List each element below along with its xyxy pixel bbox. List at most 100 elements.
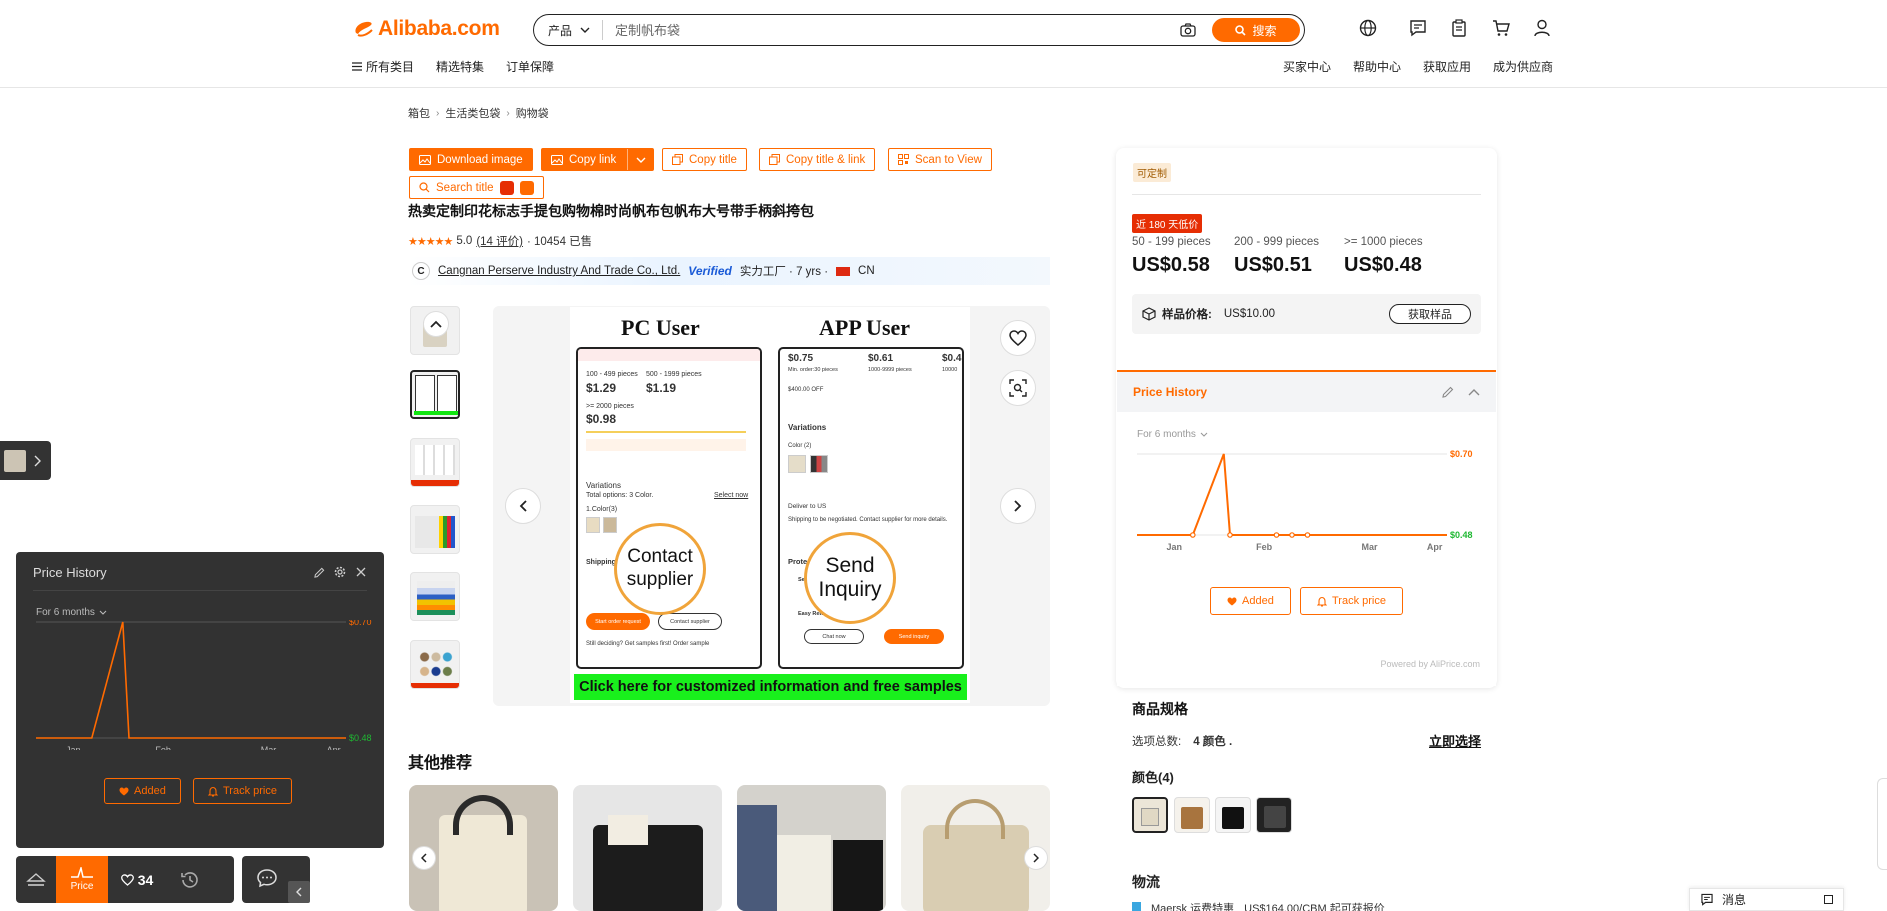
aliexpress-icon[interactable] <box>499 180 514 195</box>
search-button[interactable]: 搜索 <box>1212 18 1300 42</box>
copy-title-button[interactable]: Copy title <box>662 148 747 171</box>
history-button[interactable] <box>166 856 214 903</box>
breadcrumb-separator: › <box>436 107 440 119</box>
edit-icon[interactable] <box>1442 386 1454 398</box>
color-swatch[interactable] <box>1256 797 1292 833</box>
thumbnail-item[interactable] <box>410 438 460 487</box>
edit-icon[interactable] <box>314 567 325 578</box>
orders-icon[interactable] <box>1451 19 1467 37</box>
app-user-heading: APP User <box>819 315 911 340</box>
thumbnail-item[interactable] <box>410 505 460 554</box>
all-categories-label: 所有类目 <box>366 60 415 74</box>
reco-prev-button[interactable] <box>412 846 436 870</box>
chat-collapse-button[interactable] <box>288 881 310 903</box>
user-icon[interactable] <box>1534 19 1550 37</box>
chart-x-tick-label: Feb <box>155 745 171 750</box>
copy-title-link-button[interactable]: Copy title & link <box>759 148 876 171</box>
app-screen-mockup: $0.75 $0.61 $0.4 Min. order:30 pieces 10… <box>778 347 964 669</box>
camera-icon[interactable] <box>1180 23 1196 37</box>
image-next-button[interactable] <box>1000 488 1036 524</box>
right-edge-widget[interactable] <box>1877 778 1887 870</box>
search-input[interactable] <box>603 22 1180 38</box>
search-category-dropdown[interactable]: 产品 <box>534 20 604 40</box>
color-swatch[interactable] <box>1132 797 1168 833</box>
history-icon <box>181 871 198 888</box>
price-tab-button[interactable]: Price <box>56 856 108 903</box>
buyer-center-link[interactable]: 买家中心 <box>1283 58 1331 75</box>
promo-image[interactable]: PC User APP User 100 - 499 pieces $1.29 … <box>570 307 970 703</box>
recommendation-card[interactable] <box>737 785 886 911</box>
get-app-link[interactable]: 获取应用 <box>1423 58 1471 75</box>
floating-divider <box>33 590 367 591</box>
thumbnail-item[interactable] <box>410 306 460 355</box>
added-button[interactable]: Added <box>1210 587 1291 615</box>
floating-track-price-button[interactable]: Track price <box>193 778 292 804</box>
supplier-name-link[interactable]: Cangnan Perserve Industry And Trade Co.,… <box>438 265 680 277</box>
image-prev-button[interactable] <box>505 488 541 524</box>
chart-point <box>1227 532 1233 538</box>
price-history-header[interactable]: Price History <box>1117 372 1496 412</box>
app-price-1: $0.75 <box>788 353 814 364</box>
eject-icon <box>26 872 46 886</box>
select-now-link[interactable]: 立即选择 <box>1429 731 1481 750</box>
color-swatch[interactable] <box>1215 797 1251 833</box>
thumbnail-item[interactable] <box>410 640 460 689</box>
image-search-button[interactable] <box>1000 370 1036 406</box>
menu-icon <box>352 62 362 71</box>
chat-widget[interactable] <box>242 856 310 903</box>
breadcrumb-item[interactable]: 生活类包袋 <box>445 105 500 121</box>
copy-link-button[interactable]: Copy link <box>541 148 654 171</box>
help-center-link[interactable]: 帮助中心 <box>1353 58 1401 75</box>
message-icon[interactable] <box>1409 19 1427 37</box>
thumbnail-preview <box>415 516 455 548</box>
pc-tier3-price: $0.98 <box>586 412 617 426</box>
thumbnail-item[interactable] <box>410 572 460 621</box>
track-price-button[interactable]: Track price <box>1300 587 1403 615</box>
logistics-price: US$164.00/CBM 起可获报价 <box>1244 903 1385 911</box>
expand-icon[interactable] <box>1824 895 1833 904</box>
pc-still-deciding: Still deciding? Get samples first! Order… <box>586 641 710 647</box>
thumbnail-scroll-up-button[interactable] <box>423 311 449 337</box>
order-protection-link[interactable]: 订单保障 <box>506 58 554 75</box>
breadcrumb-item[interactable]: 箱包 <box>408 105 430 121</box>
supplier-row: C Cangnan Perserve Industry And Trade Co… <box>408 257 1050 285</box>
search-category-label: 产品 <box>548 23 573 38</box>
featured-selections-link[interactable]: 精选特集 <box>436 58 484 75</box>
all-categories-link[interactable]: 所有类目 <box>352 58 414 75</box>
alibaba-logo[interactable]: Alibaba.com <box>352 17 500 41</box>
get-sample-button[interactable]: 获取样品 <box>1389 304 1471 324</box>
collapse-button[interactable] <box>16 856 56 903</box>
likes-button[interactable]: 34 <box>108 856 166 903</box>
breadcrumb-item[interactable]: 购物袋 <box>516 105 549 121</box>
pc-start-order-button: Start order request <box>586 613 650 630</box>
color-swatch[interactable] <box>1174 797 1210 833</box>
close-icon[interactable] <box>356 567 366 577</box>
promo-banner[interactable]: Click here for customized information an… <box>574 674 967 700</box>
cart-icon[interactable] <box>1492 19 1510 37</box>
gear-icon[interactable] <box>334 566 346 578</box>
search-title-button[interactable]: Search title <box>409 176 544 199</box>
thumbnail-item-active[interactable] <box>410 370 460 419</box>
globe-icon[interactable] <box>1359 19 1377 37</box>
reviews-link[interactable]: (14 评价) <box>476 233 523 249</box>
floating-added-button[interactable]: Added <box>104 778 181 804</box>
recommendation-card[interactable] <box>573 785 722 911</box>
scan-to-view-button[interactable]: Scan to View <box>888 148 992 171</box>
copy-link-dropdown[interactable] <box>627 149 653 170</box>
taobao-icon[interactable] <box>519 180 534 195</box>
side-product-tab[interactable] <box>0 441 51 480</box>
download-image-button[interactable]: Download image <box>409 148 533 171</box>
pc-contact-label: Contact supplier <box>670 618 710 625</box>
chart-x-tick-label: Mar <box>261 745 277 750</box>
period-dropdown[interactable]: For 6 months <box>1137 429 1208 440</box>
sample-price-row: 样品价格: US$10.00 获取样品 <box>1132 294 1481 334</box>
favorite-button[interactable] <box>1000 320 1036 356</box>
floating-period-dropdown[interactable]: For 6 months <box>36 607 107 618</box>
reco-next-button[interactable] <box>1024 846 1048 870</box>
message-bar[interactable]: 消息 <box>1689 888 1844 911</box>
chart-point <box>1273 532 1280 538</box>
chevron-up-icon <box>430 320 442 328</box>
become-supplier-link[interactable]: 成为供应商 <box>1493 58 1553 75</box>
price-chart-icon <box>71 867 93 878</box>
chevron-up-icon[interactable] <box>1468 388 1480 396</box>
